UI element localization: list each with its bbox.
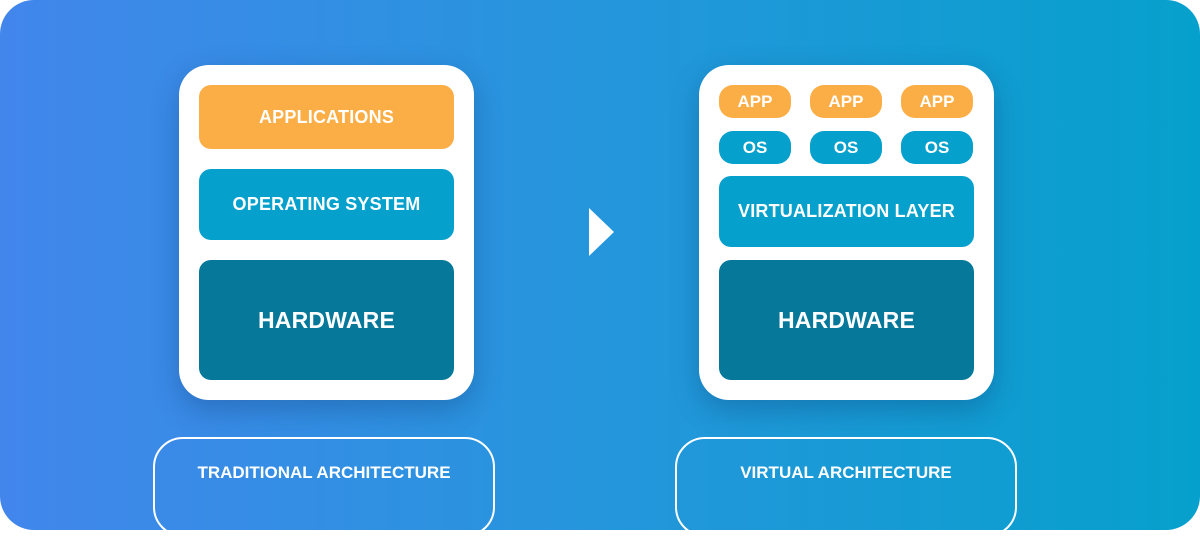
virtual-architecture-stack: APP APP APP OS OS OS VIRTUALIZATION LAYE… <box>699 65 994 400</box>
os-block: OS <box>810 131 882 164</box>
operating-system-layer: OPERATING SYSTEM <box>199 169 454 240</box>
virtual-architecture-title: VIRTUAL ARCHITECTURE <box>740 463 952 482</box>
applications-layer: APPLICATIONS <box>199 85 454 149</box>
traditional-architecture-stack: APPLICATIONS OPERATING SYSTEM HARDWARE <box>179 65 474 400</box>
app-block: APP <box>719 85 791 118</box>
hardware-layer: HARDWARE <box>199 260 454 380</box>
virtual-architecture-label: VIRTUAL ARCHITECTURE <box>675 437 1017 537</box>
os-block: OS <box>901 131 973 164</box>
traditional-architecture-title: TRADITIONAL ARCHITECTURE <box>197 463 451 482</box>
triangle-right-icon <box>589 208 614 256</box>
app-block: APP <box>901 85 973 118</box>
traditional-architecture-label: TRADITIONAL ARCHITECTURE <box>153 437 495 537</box>
hardware-layer: HARDWARE <box>719 260 974 380</box>
app-block: APP <box>810 85 882 118</box>
os-block: OS <box>719 131 791 164</box>
virtualization-layer: VIRTUALIZATION LAYER <box>719 176 974 247</box>
